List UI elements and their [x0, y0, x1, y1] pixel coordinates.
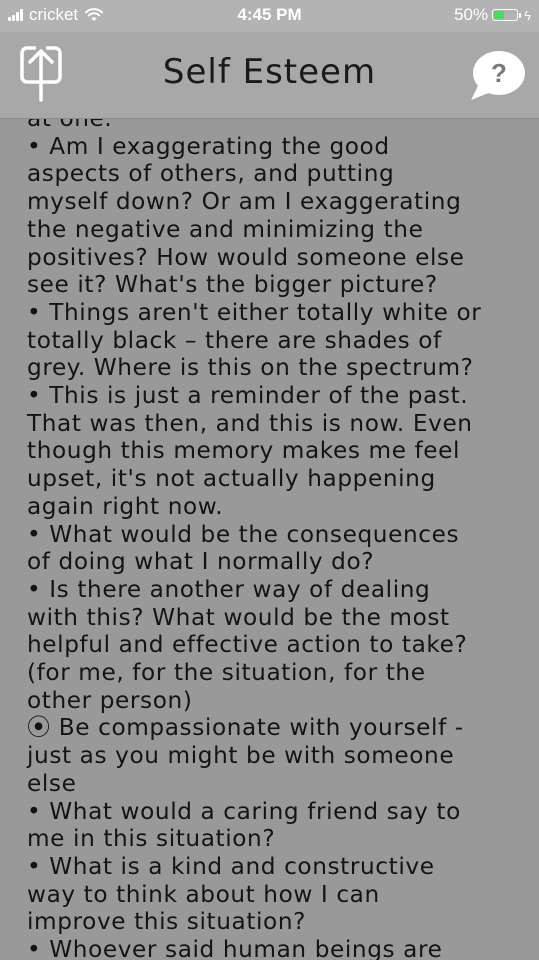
help-glyph: ? — [491, 58, 507, 88]
text-line: totally black – there are shades of — [27, 326, 442, 354]
text-line: (for me, for the situation, for the — [27, 659, 426, 687]
status-right: 50% ϟ — [454, 5, 531, 25]
text-line: see it? What's the bigger picture? — [27, 271, 438, 299]
text-line: • Whoever said human beings are — [27, 936, 443, 960]
help-button[interactable]: ? — [467, 50, 527, 102]
text-line: of doing what I normally do? — [27, 548, 375, 576]
text-line: way to think about how I can — [27, 880, 380, 908]
content-scroll-area[interactable]: at one.• Am I exaggerating the goodaspec… — [0, 119, 539, 960]
text-line: grey. Where is this on the spectrum? — [27, 354, 474, 382]
battery-nub — [519, 12, 522, 18]
text-line: improve this situation? — [27, 908, 307, 936]
text-line: helpful and effective action to take? — [27, 631, 468, 659]
page-title: Self Esteem — [162, 52, 377, 92]
text-line: at one. — [27, 119, 517, 133]
battery-fill — [494, 11, 505, 19]
text-line: positives? How would someone else — [27, 243, 465, 271]
text-line: with this? What would be the most — [27, 603, 450, 631]
battery-percent: 50% — [454, 5, 489, 24]
text-line: myself down? Or am I exaggerating — [27, 188, 462, 216]
text-line: • Is there another way of dealing — [27, 575, 431, 603]
text-line: • What would a caring friend say to — [27, 797, 461, 825]
screen: cricket 4:45 PM 50% ϟ Self Esteem ? • Am… — [0, 0, 539, 960]
text-line: else — [27, 769, 77, 797]
text-line: • What is a kind and constructive — [27, 852, 435, 880]
text-line: other person) — [27, 686, 193, 714]
text-line: • This is just a reminder of the past. — [27, 382, 469, 410]
question-bubble-icon: ? — [471, 51, 525, 100]
charging-icon: ϟ — [524, 7, 531, 23]
self-esteem-text: at one.• Am I exaggerating the goodaspec… — [27, 119, 517, 960]
text-line: • Things aren't either totally white or — [27, 298, 482, 326]
text-line: • What would be the consequences — [27, 520, 460, 548]
text-line: aspects of others, and putting — [27, 160, 395, 188]
text-line: ⦿ Be compassionate with yourself - — [27, 714, 464, 742]
nav-bar: Self Esteem ? — [0, 32, 539, 119]
text-line: again right now. — [27, 492, 224, 520]
text-line: me in this situation? — [27, 825, 276, 853]
text-line: the negative and minimizing the — [27, 215, 424, 243]
text-line: though this memory makes me feel — [27, 437, 461, 465]
text-line: • Am I exaggerating the good — [27, 132, 390, 160]
status-bar: cricket 4:45 PM 50% ϟ — [0, 0, 539, 32]
text-line: just as you might be with someone — [27, 742, 455, 770]
text-line: upset, it's not actually happening — [27, 465, 436, 493]
battery-icon — [492, 9, 519, 21]
text-line: That was then, and this is now. Even — [27, 409, 473, 437]
